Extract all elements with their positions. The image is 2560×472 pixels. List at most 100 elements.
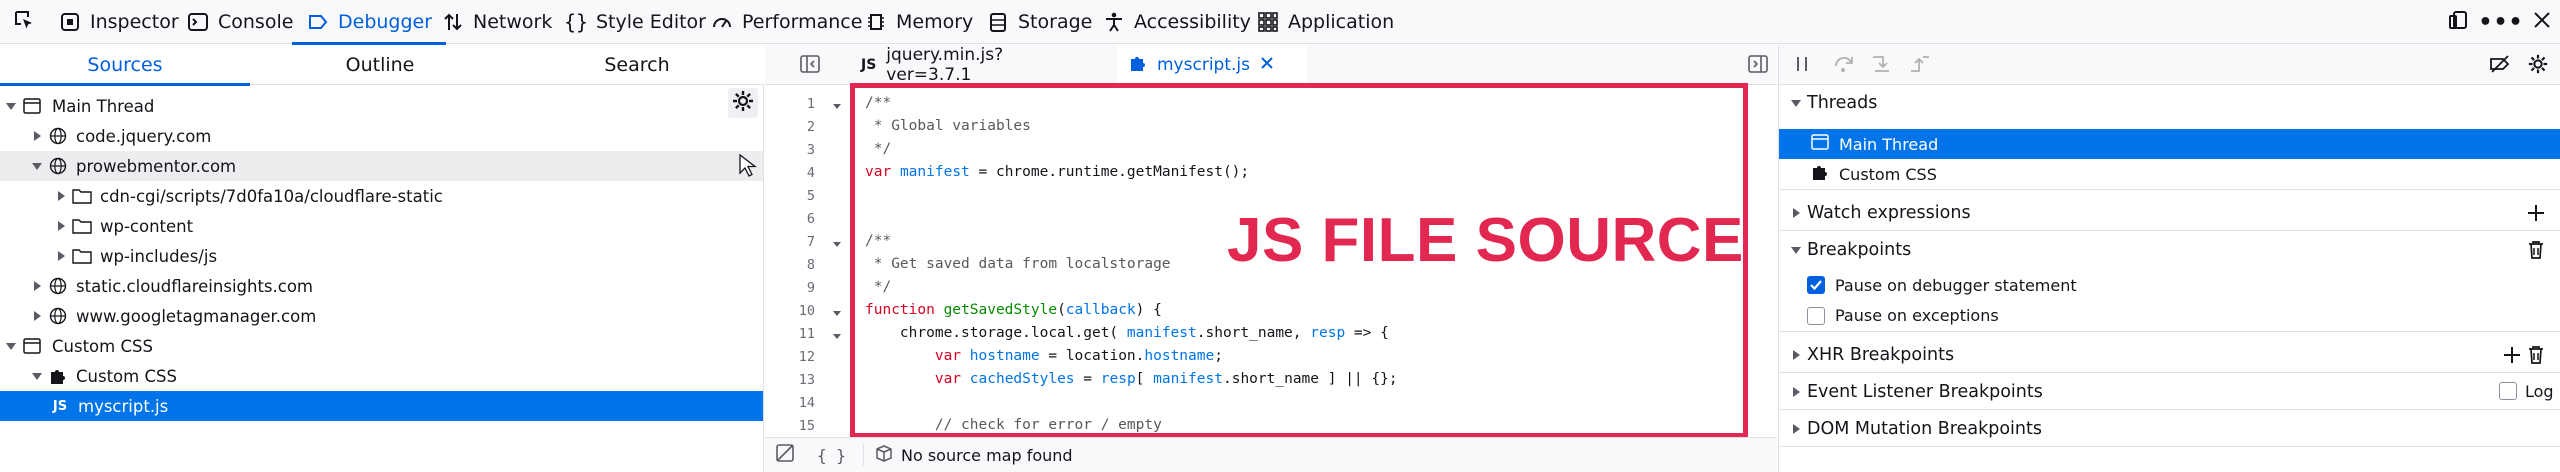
step-in-button[interactable] xyxy=(1869,53,1895,79)
xhr-breakpoints-header[interactable]: XHR Breakpoints xyxy=(1779,337,2560,373)
line-number[interactable]: 8 xyxy=(773,257,815,273)
tab-debugger[interactable]: Debugger xyxy=(291,0,447,45)
expanded-arrow-icon xyxy=(30,369,44,383)
tab-accessibility[interactable]: Accessibility xyxy=(1102,0,1251,44)
deactivate-breakpoints-button[interactable] xyxy=(2487,53,2513,79)
event-listener-breakpoints-header[interactable]: Event Listener Breakpoints Log xyxy=(1779,374,2560,410)
tab-style-editor[interactable]: {} Style Editor xyxy=(564,0,706,44)
tab-inspector[interactable]: Inspector xyxy=(58,0,179,44)
tree-item-folder[interactable]: wp-includes/js xyxy=(0,241,763,271)
dom-mutation-breakpoints-title: DOM Mutation Breakpoints xyxy=(1807,418,2042,439)
line-number[interactable]: 1 xyxy=(773,96,815,112)
step-over-button[interactable] xyxy=(1831,53,1857,79)
add-xhr-breakpoint-button[interactable] xyxy=(2501,344,2523,366)
editor-tab-jquery[interactable]: JS jquery.min.js?ver=3.7.1 xyxy=(849,45,1075,85)
tab-performance[interactable]: Performance xyxy=(710,0,862,44)
thread-item-custom-css[interactable]: Custom CSS xyxy=(1779,159,2560,190)
remove-xhr-breakpoints-button[interactable] xyxy=(2525,344,2547,366)
code-line: * Global variables xyxy=(865,118,1031,134)
tree-item-domain[interactable]: prowebmentor.com xyxy=(0,151,763,181)
editor-tab-myscript[interactable]: myscript.js xyxy=(1117,45,1307,86)
thread-item-main[interactable]: Main Thread xyxy=(1779,129,2560,159)
toggle-sources-pane-button[interactable] xyxy=(797,53,823,79)
line-number[interactable]: 10 xyxy=(773,303,815,319)
add-watch-button[interactable] xyxy=(2525,202,2547,224)
sources-panel-tabs: Sources Outline Search xyxy=(0,45,764,86)
line-number[interactable]: 6 xyxy=(773,211,815,227)
step-out-button[interactable] xyxy=(1907,53,1933,79)
line-number[interactable]: 12 xyxy=(773,349,815,365)
window-icon xyxy=(1811,134,1829,154)
pause-button[interactable] xyxy=(1789,53,1815,79)
fold-arrow-icon[interactable] xyxy=(831,238,843,250)
fold-arrow-icon[interactable] xyxy=(831,100,843,112)
tree-item-label: myscript.js xyxy=(78,396,169,416)
tab-outline[interactable]: Outline xyxy=(255,45,505,85)
source-map-label: No source map found xyxy=(901,445,1073,465)
tree-item-domain[interactable]: code.jquery.com xyxy=(0,121,763,151)
pause-on-exceptions-checkbox[interactable] xyxy=(1807,306,1825,325)
dock-options-button[interactable] xyxy=(2446,10,2470,34)
line-number[interactable]: 9 xyxy=(773,280,815,296)
dom-mutation-breakpoints-header[interactable]: DOM Mutation Breakpoints xyxy=(1779,411,2560,447)
close-tab-icon[interactable] xyxy=(1260,55,1274,75)
pause-on-exceptions-label: Pause on exceptions xyxy=(1835,306,1999,325)
line-number[interactable]: 13 xyxy=(773,372,815,388)
breakpoints-section-header[interactable]: Breakpoints xyxy=(1779,232,2560,268)
tree-item-main-thread[interactable]: Main Thread xyxy=(0,91,763,121)
line-number[interactable]: 15 xyxy=(773,418,815,434)
memory-icon xyxy=(864,10,888,34)
tab-application[interactable]: Application xyxy=(1256,0,1394,44)
gear-icon xyxy=(2527,53,2549,80)
blackbox-button[interactable] xyxy=(775,438,795,472)
tab-search[interactable]: Search xyxy=(510,45,764,85)
tab-network[interactable]: Network xyxy=(441,0,552,44)
line-number[interactable]: 2 xyxy=(773,119,815,135)
globe-icon xyxy=(48,126,68,146)
tab-memory[interactable]: Memory xyxy=(864,0,973,44)
more-options-button[interactable]: ••• xyxy=(2478,10,2522,35)
inspector-icon xyxy=(58,10,82,34)
pause-icon xyxy=(1793,55,1811,78)
tree-item-file-selected[interactable]: JS myscript.js xyxy=(0,391,763,421)
remove-all-breakpoints-button[interactable] xyxy=(2525,239,2547,261)
line-number[interactable]: 3 xyxy=(773,142,815,158)
tab-storage[interactable]: Storage xyxy=(986,0,1092,44)
pause-on-exceptions-option[interactable]: Pause on exceptions xyxy=(1779,300,2560,332)
fold-arrow-icon[interactable] xyxy=(831,307,843,319)
close-devtools-button[interactable] xyxy=(2530,10,2554,34)
tree-item-extension[interactable]: Custom CSS xyxy=(0,361,763,391)
source-map-status[interactable]: No source map found xyxy=(875,438,1073,472)
fold-arrow-icon[interactable] xyxy=(831,330,843,342)
line-number[interactable]: 5 xyxy=(773,188,815,204)
tree-item-folder[interactable]: cdn-cgi/scripts/7d0fa10a/cloudflare-stat… xyxy=(0,181,763,211)
line-number[interactable]: 14 xyxy=(773,395,815,411)
tab-console[interactable]: Console xyxy=(186,0,293,44)
log-events-checkbox[interactable] xyxy=(2499,382,2517,400)
debugger-settings-button[interactable] xyxy=(2525,53,2551,79)
editor-tabs: JS jquery.min.js?ver=3.7.1 myscript.js xyxy=(765,45,1777,86)
watch-section-header[interactable]: Watch expressions xyxy=(1779,195,2560,231)
line-number[interactable]: 11 xyxy=(773,326,815,342)
toggle-debugger-pane-button[interactable] xyxy=(1745,53,1771,79)
threads-section-header[interactable]: Threads xyxy=(1779,85,2560,121)
sidebar-toggle-icon xyxy=(1748,54,1768,78)
tree-item-domain[interactable]: www.googletagmanager.com xyxy=(0,301,763,331)
element-picker-button[interactable] xyxy=(10,8,38,36)
tree-item-domain[interactable]: static.cloudflareinsights.com xyxy=(0,271,763,301)
breakpoints-title: Breakpoints xyxy=(1807,240,1912,260)
tab-sources[interactable]: Sources xyxy=(0,45,250,86)
dock-side-icon xyxy=(2447,9,2469,36)
pause-on-debugger-checkbox[interactable] xyxy=(1807,276,1825,294)
close-icon xyxy=(2532,10,2552,35)
line-number[interactable]: 4 xyxy=(773,165,815,181)
pause-on-debugger-option[interactable]: Pause on debugger statement xyxy=(1779,270,2560,300)
pretty-print-button[interactable]: { } xyxy=(817,438,846,472)
line-number[interactable]: 7 xyxy=(773,234,815,250)
editor-footer: { } No source map found xyxy=(765,437,1777,472)
tree-item-custom-css-thread[interactable]: Custom CSS xyxy=(0,331,763,361)
code-line: /** xyxy=(865,95,892,111)
tree-item-folder[interactable]: wp-content xyxy=(0,211,763,241)
blackbox-icon xyxy=(775,443,795,467)
collapsed-arrow-icon xyxy=(1789,385,1803,399)
